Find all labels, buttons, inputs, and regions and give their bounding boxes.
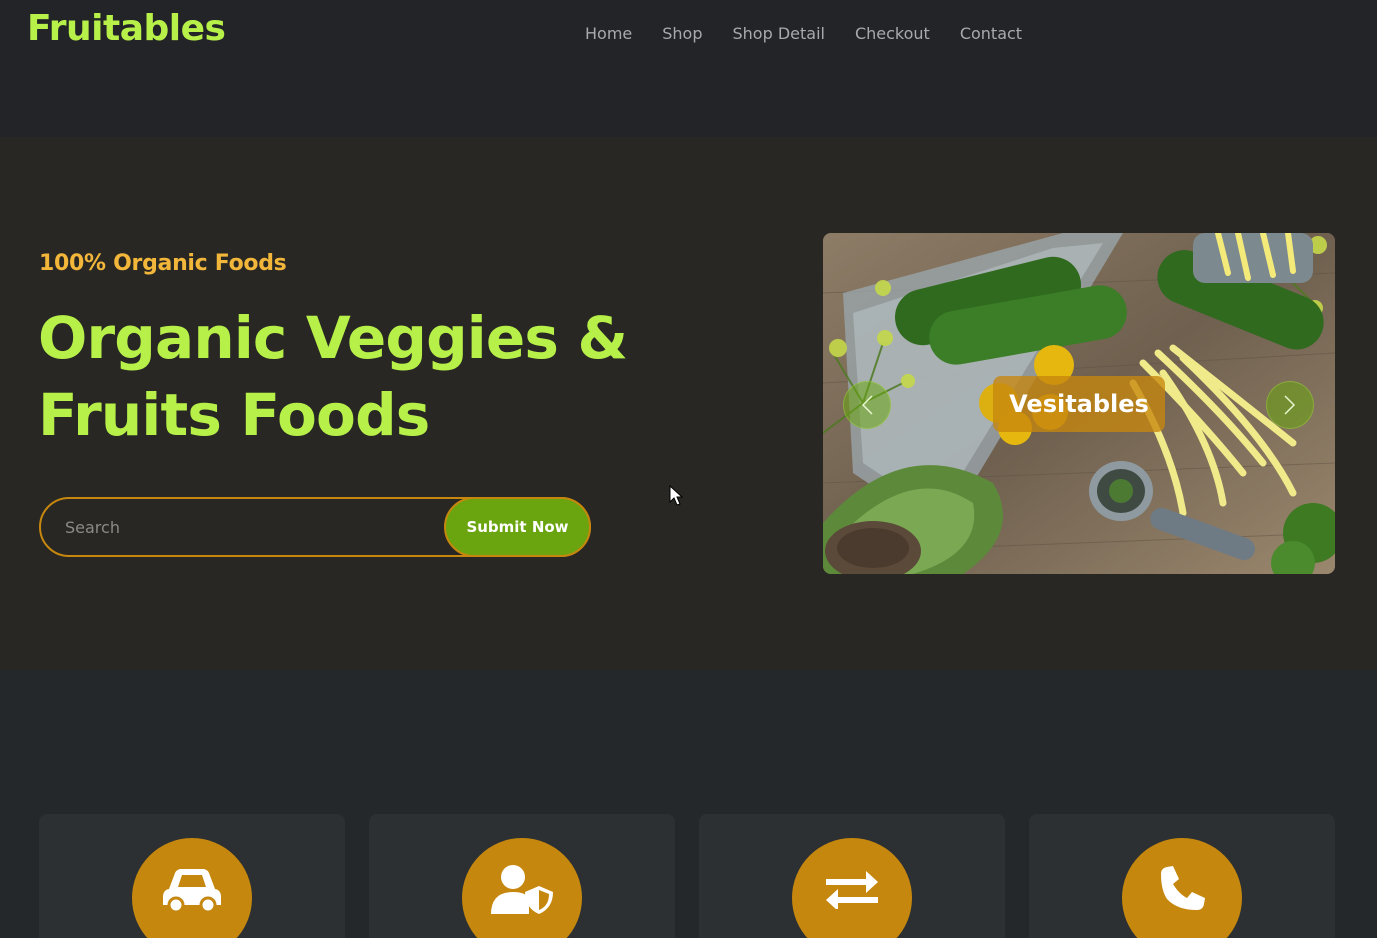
hero-tagline: 100% Organic Foods bbox=[39, 251, 287, 276]
submit-now-button[interactable]: Submit Now bbox=[444, 497, 591, 557]
top-navbar: Fruitables Home Shop Shop Detail Checkou… bbox=[0, 0, 1377, 137]
nav-shop-detail-link[interactable]: Shop Detail bbox=[733, 24, 825, 43]
feature-icon-circle bbox=[132, 838, 252, 938]
chevron-left-icon bbox=[860, 394, 874, 416]
feature-icon-circle bbox=[792, 838, 912, 938]
hero-carousel: Vesitables bbox=[823, 233, 1335, 574]
main-nav: Home Shop Shop Detail Checkout Contact bbox=[585, 24, 1022, 43]
carousel-prev-button[interactable] bbox=[843, 381, 891, 429]
car-icon bbox=[161, 867, 223, 915]
feature-card-returns bbox=[699, 814, 1005, 938]
feature-card-security bbox=[369, 814, 675, 938]
carousel-next-button[interactable] bbox=[1266, 381, 1314, 429]
nav-home-link[interactable]: Home bbox=[585, 24, 632, 43]
phone-icon bbox=[1157, 864, 1207, 918]
exchange-arrows-icon bbox=[826, 869, 878, 913]
search-input[interactable] bbox=[41, 499, 461, 555]
carousel-slide-label: Vesitables bbox=[993, 376, 1165, 432]
feature-card-support bbox=[1029, 814, 1335, 938]
nav-shop-link[interactable]: Shop bbox=[662, 24, 702, 43]
nav-contact-link[interactable]: Contact bbox=[960, 24, 1022, 43]
mouse-cursor-icon bbox=[669, 484, 684, 511]
chevron-right-icon bbox=[1283, 394, 1297, 416]
hero-headline: Organic Veggies & Fruits Foods bbox=[38, 304, 628, 449]
feature-icon-circle bbox=[462, 838, 582, 938]
hero-search-form: Submit Now bbox=[39, 497, 591, 557]
feature-icon-circle bbox=[1122, 838, 1242, 938]
hero-section: 100% Organic Foods Organic Veggies & Fru… bbox=[0, 137, 1377, 670]
brand-logo[interactable]: Fruitables bbox=[27, 8, 226, 49]
user-shield-icon bbox=[491, 864, 553, 918]
feature-card-shipping bbox=[39, 814, 345, 938]
nav-checkout-link[interactable]: Checkout bbox=[855, 24, 930, 43]
